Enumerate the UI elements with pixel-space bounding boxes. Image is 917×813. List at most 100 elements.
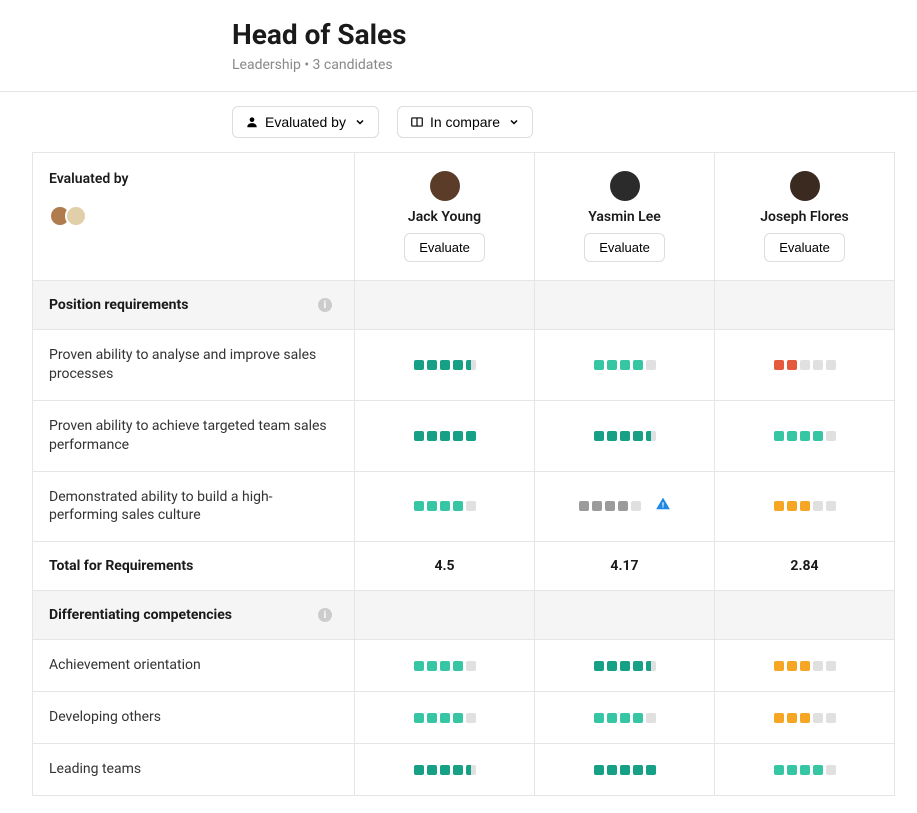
rating-pip: [787, 765, 797, 775]
evaluated-by-filter[interactable]: Evaluated by: [232, 106, 379, 138]
rating-pip: [826, 661, 836, 671]
rating-pip: [466, 765, 476, 775]
rating: [594, 765, 656, 775]
rating: [594, 360, 656, 370]
rating-pip: [826, 431, 836, 441]
rating-pip: [787, 431, 797, 441]
rating-pip: [592, 501, 602, 511]
rating-pip: [453, 431, 463, 441]
criterion-label: Developing others: [33, 692, 355, 744]
rating-pip: [579, 501, 589, 511]
total-value: 2.84: [715, 542, 895, 591]
rating-pip: [440, 431, 450, 441]
candidate-count: 3 candidates: [313, 57, 393, 73]
rating: [774, 713, 836, 723]
rating: [414, 501, 476, 511]
evaluate-button[interactable]: Evaluate: [764, 233, 845, 262]
rating-cell: [715, 692, 895, 744]
section-header-spacer: [355, 281, 535, 330]
criterion-label: Proven ability to achieve targeted team …: [33, 401, 355, 472]
evaluate-button[interactable]: Evaluate: [404, 233, 485, 262]
candidate-header: Yasmin LeeEvaluate: [535, 153, 715, 281]
rating-pip: [646, 765, 656, 775]
page-subtitle: Leadership • 3 candidates: [232, 57, 917, 73]
candidate-avatar[interactable]: [610, 171, 640, 201]
evaluate-button[interactable]: Evaluate: [584, 233, 665, 262]
person-icon: [245, 115, 259, 129]
criterion-label: Leading teams: [33, 744, 355, 796]
candidate-header: Jack YoungEvaluate: [355, 153, 535, 281]
rating: [594, 431, 656, 441]
criterion-label: Demonstrated ability to build a high-per…: [33, 472, 355, 543]
total-label: Total for Requirements: [33, 542, 355, 591]
rating: [414, 661, 476, 671]
rating-cell: [535, 640, 715, 692]
total-value: 4.5: [355, 542, 535, 591]
rating-cell: [715, 744, 895, 796]
rating-pip: [787, 360, 797, 370]
in-compare-filter[interactable]: In compare: [397, 106, 533, 138]
rating-pip: [440, 661, 450, 671]
rating-pip: [774, 501, 784, 511]
rating-pip: [620, 765, 630, 775]
rating-pip: [414, 431, 424, 441]
rating: [774, 765, 836, 775]
info-icon[interactable]: i: [318, 608, 332, 622]
rating-pip: [800, 501, 810, 511]
candidate-header: Joseph FloresEvaluate: [715, 153, 895, 281]
rating-pip: [633, 765, 643, 775]
rating-pip: [414, 765, 424, 775]
rating-pip: [466, 431, 476, 441]
rating-cell: [715, 330, 895, 401]
rating: [414, 713, 476, 723]
rating-pip: [620, 360, 630, 370]
rating: [774, 661, 836, 671]
info-icon[interactable]: i: [318, 298, 332, 312]
rating-pip: [800, 360, 810, 370]
rating: [414, 765, 476, 775]
candidate-avatar[interactable]: [430, 171, 460, 201]
rating-pip: [453, 501, 463, 511]
rating-pip: [813, 661, 823, 671]
rating-cell: [715, 401, 895, 472]
columns-icon: [410, 115, 424, 129]
rating-cell: [355, 330, 535, 401]
rating-pip: [646, 661, 656, 671]
rating-pip: [633, 661, 643, 671]
rating-pip: [427, 431, 437, 441]
rating-pip: [414, 713, 424, 723]
rating-cell: [535, 472, 715, 543]
rating-pip: [620, 661, 630, 671]
rating-pip: [774, 431, 784, 441]
rating-pip: [787, 501, 797, 511]
rating-pip: [618, 501, 628, 511]
evaluated-by-header: Evaluated by: [49, 171, 128, 187]
rating-pip: [607, 360, 617, 370]
candidate-avatar[interactable]: [790, 171, 820, 201]
rating-pip: [427, 360, 437, 370]
rating-cell: [715, 472, 895, 543]
rating-pip: [774, 713, 784, 723]
rating-pip: [813, 501, 823, 511]
section-header-spacer: [715, 591, 895, 640]
rating-pip: [800, 661, 810, 671]
rating-pip: [813, 431, 823, 441]
rating: [594, 713, 656, 723]
rating: [579, 497, 670, 515]
rating-pip: [607, 765, 617, 775]
criterion-label: Achievement orientation: [33, 640, 355, 692]
rating-pip: [813, 765, 823, 775]
rating-pip: [427, 713, 437, 723]
rating-pip: [813, 360, 823, 370]
rating-pip: [414, 360, 424, 370]
rating-pip: [774, 765, 784, 775]
rating-pip: [453, 360, 463, 370]
section-title: Differentiating competencies: [49, 607, 232, 623]
rating-pip: [631, 501, 641, 511]
evaluated-by-cell: Evaluated by: [33, 153, 355, 281]
chevron-down-icon: [354, 116, 366, 128]
rating-pip: [646, 431, 656, 441]
rating-pip: [646, 360, 656, 370]
rating: [414, 360, 476, 370]
page-header: Head of Sales Leadership • 3 candidates: [0, 0, 917, 92]
